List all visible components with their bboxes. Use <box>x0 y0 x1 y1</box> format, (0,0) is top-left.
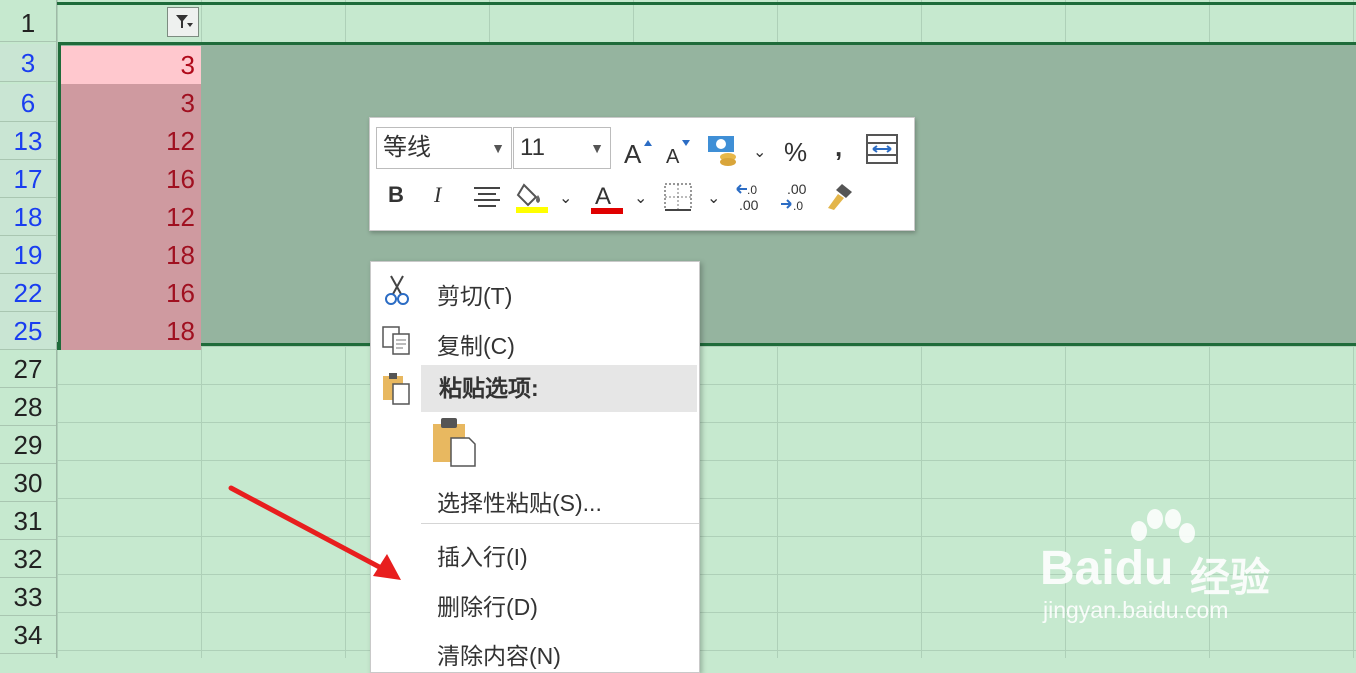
cell-a17[interactable]: 16 <box>61 160 201 198</box>
format-painter-button[interactable] <box>822 180 858 221</box>
row-header-selected[interactable]: 19 <box>0 236 56 274</box>
fill-color-button[interactable] <box>514 179 550 222</box>
svg-text:A: A <box>595 183 611 210</box>
row-header[interactable]: 29 <box>0 426 56 464</box>
paste-options-header: 粘贴选项: <box>421 365 697 412</box>
row-header-column: 1 3 6 13 17 18 19 22 25 27 28 29 30 31 3… <box>0 0 57 658</box>
table-icon <box>866 134 898 164</box>
filter-dropdown-button[interactable] <box>167 7 199 37</box>
decrease-decimal-label: .00 <box>787 182 807 197</box>
increase-decimal-icon: .0.00 <box>736 183 759 213</box>
row-header-selected[interactable]: 18 <box>0 198 56 236</box>
copy-icon <box>381 325 413 362</box>
menu-item-copy[interactable]: 复制(C) <box>437 327 515 361</box>
row-header[interactable]: 30 <box>0 464 56 502</box>
font-color-icon: A <box>591 183 623 214</box>
menu-item-paste-special[interactable]: 选择性粘贴(S)... <box>437 484 602 518</box>
italic-button[interactable]: I <box>434 182 441 208</box>
increase-font-size-button[interactable]: A <box>624 137 654 174</box>
svg-text:A: A <box>624 139 642 167</box>
row-header[interactable]: 1 <box>0 4 56 42</box>
svg-text:A: A <box>666 146 680 167</box>
filter-dropdown-icon <box>176 15 193 28</box>
paste-icon <box>381 372 413 411</box>
cell-a25[interactable]: 18 <box>61 312 201 350</box>
row-header-selected[interactable]: 22 <box>0 274 56 312</box>
font-name-value: 等线 <box>383 134 431 161</box>
format-cells-button[interactable] <box>866 133 898 172</box>
borders-icon <box>664 183 692 211</box>
decrease-decimal-button[interactable]: .00.0 <box>779 181 813 221</box>
menu-item-delete-row[interactable]: 删除行(D) <box>437 588 538 622</box>
cell-a22[interactable]: 16 <box>61 274 201 312</box>
row-header-selected[interactable]: 13 <box>0 122 56 160</box>
row-header-selected[interactable]: 25 <box>0 312 56 350</box>
annotation-arrow-icon <box>228 485 401 580</box>
watermark-brand-cn: 经验 <box>1190 556 1270 600</box>
font-size-value: 11 <box>520 134 545 161</box>
cell-a19[interactable]: 18 <box>61 236 201 274</box>
row-header-selected[interactable]: 17 <box>0 160 56 198</box>
chevron-down-icon[interactable]: ▼ <box>590 128 604 168</box>
cell-a3[interactable]: 3 <box>61 46 201 84</box>
clipboard-icon <box>433 418 476 467</box>
menu-item-insert-row[interactable]: 插入行(I) <box>437 538 528 572</box>
font-color-button[interactable]: A <box>591 180 625 223</box>
font-name-combo[interactable]: 等线 ▼ <box>376 127 512 169</box>
menu-item-clear-contents[interactable]: 清除内容(N) <box>437 637 561 671</box>
cell-a6[interactable]: 3 <box>61 84 201 122</box>
accounting-format-button[interactable] <box>706 133 740 174</box>
svg-text:.0: .0 <box>793 199 803 213</box>
increase-decimal-label: .00 <box>739 197 759 213</box>
center-align-button[interactable] <box>472 184 502 217</box>
cell-a18[interactable]: 12 <box>61 198 201 236</box>
increase-font-size-icon: A <box>624 139 652 169</box>
context-menu: 剪切(T) 复制(C) 粘贴选项: 选择性粘贴(S)... 插入行(I) 删除行… <box>370 261 700 673</box>
decrease-decimal-icon: .00.0 <box>781 181 807 213</box>
accounting-format-icon <box>708 136 736 166</box>
row-header[interactable]: 33 <box>0 578 56 616</box>
paste-option-keep-format-button[interactable] <box>431 418 477 473</box>
header-bottom-border <box>57 2 1356 5</box>
row-header[interactable]: 27 <box>0 350 56 388</box>
percent-style-button[interactable]: % <box>784 137 807 168</box>
watermark-url: jingyan.baidu.com <box>1043 597 1229 623</box>
decrease-font-size-button[interactable]: A <box>666 137 694 174</box>
chevron-down-icon[interactable]: ⌄ <box>753 142 766 162</box>
row-header-selected[interactable]: 3 <box>0 44 56 82</box>
font-size-combo[interactable]: 11 ▼ <box>513 127 611 169</box>
row-header[interactable]: 34 <box>0 616 56 654</box>
comma-style-button[interactable]: , <box>835 132 842 163</box>
row-header[interactable]: 28 <box>0 388 56 426</box>
paint-bucket-icon <box>516 183 548 213</box>
format-painter-icon <box>828 184 852 210</box>
scissors-icon <box>381 274 413 311</box>
borders-button[interactable] <box>663 182 693 219</box>
chevron-down-icon[interactable]: ⌄ <box>634 188 647 208</box>
cell-a13[interactable]: 12 <box>61 122 201 160</box>
menu-item-cut[interactable]: 剪切(T) <box>437 277 512 311</box>
chevron-down-icon[interactable]: ▼ <box>491 128 505 168</box>
decrease-font-size-icon: A <box>666 140 690 168</box>
row-header-selected[interactable]: 6 <box>0 84 56 122</box>
mini-format-toolbar: 等线 ▼ 11 ▼ A A ⌄ % , B I ⌄ A ⌄ ⌄ .0.00 .0… <box>369 117 915 231</box>
watermark-brand: Baidu <box>1040 542 1174 595</box>
svg-text:.0: .0 <box>747 183 757 197</box>
chevron-down-icon[interactable]: ⌄ <box>707 188 720 208</box>
increase-decimal-button[interactable]: .0.00 <box>735 182 769 221</box>
bold-button[interactable]: B <box>388 182 404 208</box>
chevron-down-icon[interactable]: ⌄ <box>559 188 572 208</box>
row-header[interactable]: 32 <box>0 540 56 578</box>
align-center-icon <box>474 187 500 207</box>
row-header[interactable]: 31 <box>0 502 56 540</box>
menu-separator <box>421 523 699 524</box>
